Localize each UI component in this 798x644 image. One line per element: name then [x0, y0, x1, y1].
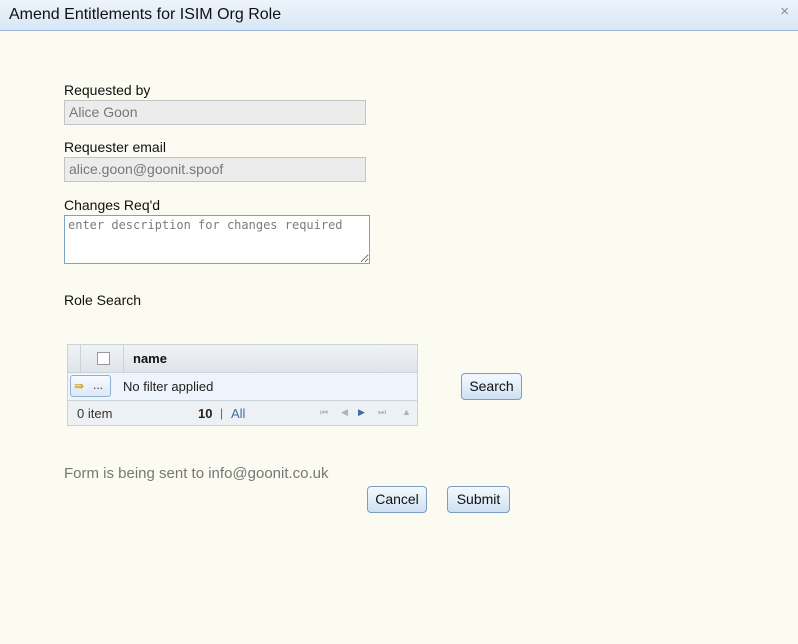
grid-header-select-cell	[80, 345, 124, 372]
first-page-icon[interactable]: ⏮	[320, 407, 328, 418]
role-search-label: Role Search	[64, 292, 142, 308]
search-button[interactable]: Search	[461, 373, 522, 400]
goto-page-icon[interactable]: ▲	[402, 407, 411, 417]
filter-button[interactable]: ⇛ ...	[70, 375, 111, 397]
previous-page-icon[interactable]: ◀	[341, 407, 348, 418]
filter-status-text: No filter applied	[123, 379, 214, 394]
form-destination-info: Form is being sent to info@goonit.co.uk	[64, 465, 329, 482]
page-size-10[interactable]: 10	[198, 406, 212, 421]
column-header-name[interactable]: name	[133, 351, 167, 366]
filter-arrow-icon: ⇛	[74, 379, 85, 393]
item-count: 0 item	[77, 406, 113, 421]
requester-email-field: alice.goon@goonit.spoof	[64, 157, 366, 182]
grid-pagination-bar: 0 item 10 | All ⏮ ◀ ▶ ⏭ ▲	[68, 401, 417, 425]
submit-button[interactable]: Submit	[447, 486, 510, 513]
page-size-separator: |	[220, 406, 224, 420]
dialog-title: Amend Entitlements for ISIM Org Role	[9, 6, 282, 23]
next-page-icon[interactable]: ▶	[358, 407, 365, 418]
requested-by-field: Alice Goon	[64, 100, 366, 125]
filter-button-dots: ...	[93, 378, 104, 392]
role-search-grid: name ⇛ ... No filter applied 0 item 10 |…	[67, 344, 418, 426]
select-all-checkbox[interactable]	[97, 352, 110, 365]
dialog-titlebar: Amend Entitlements for ISIM Org Role ×	[0, 0, 798, 31]
last-page-icon[interactable]: ⏭	[378, 407, 386, 418]
requester-email-label: Requester email	[64, 139, 166, 155]
grid-filter-bar: ⇛ ... No filter applied	[68, 373, 417, 401]
page-size-all[interactable]: All	[231, 406, 245, 421]
cancel-button[interactable]: Cancel	[367, 486, 427, 513]
changes-required-label: Changes Req'd	[64, 197, 161, 213]
grid-header: name	[68, 345, 417, 373]
requested-by-label: Requested by	[64, 82, 151, 98]
changes-required-textarea[interactable]	[64, 215, 370, 264]
close-icon[interactable]: ×	[780, 3, 789, 20]
